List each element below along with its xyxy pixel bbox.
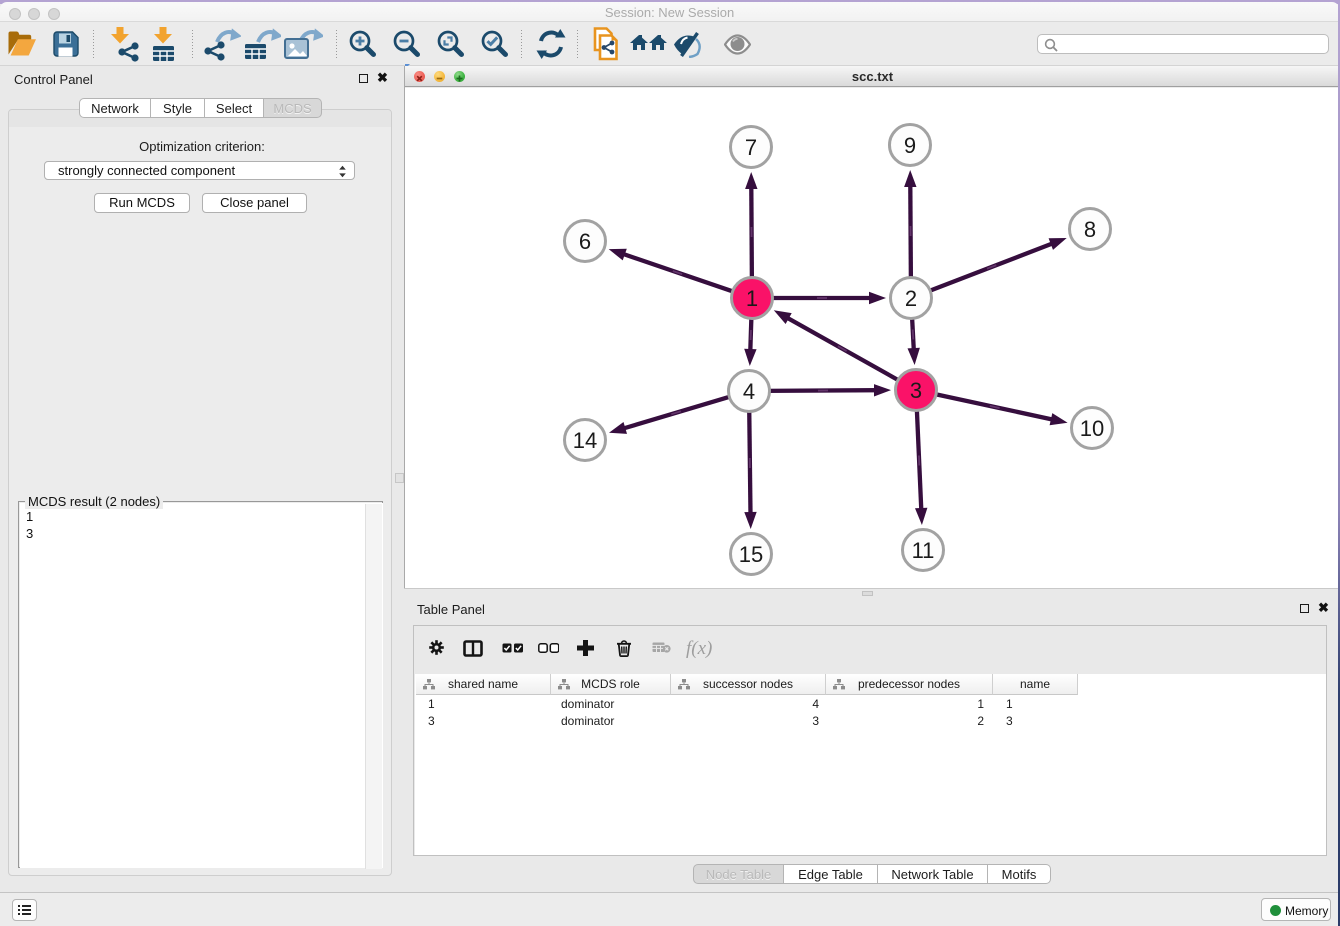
svg-text:7: 7 (745, 135, 757, 160)
svg-text:4: 4 (743, 379, 755, 404)
svg-text:3: 3 (910, 378, 922, 403)
svg-text:15: 15 (739, 542, 763, 567)
svg-text:8: 8 (1084, 217, 1096, 242)
svg-text:1: 1 (746, 286, 758, 311)
svg-text:2: 2 (905, 286, 917, 311)
svg-text:10: 10 (1080, 416, 1104, 441)
svg-text:14: 14 (573, 428, 597, 453)
svg-text:6: 6 (579, 229, 591, 254)
svg-text:11: 11 (912, 538, 935, 563)
svg-text:9: 9 (904, 133, 916, 158)
